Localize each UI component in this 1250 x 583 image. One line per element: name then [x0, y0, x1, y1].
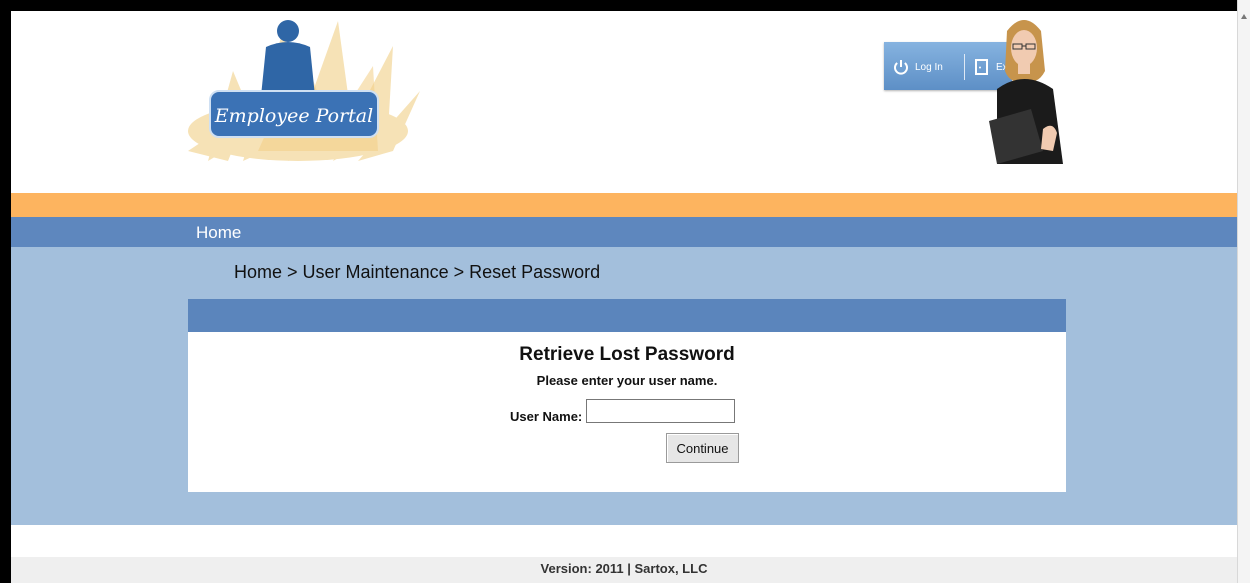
form-panel-header — [188, 299, 1066, 332]
vertical-scrollbar[interactable] — [1237, 0, 1250, 583]
main-nav-bar: Home — [11, 217, 1237, 247]
orange-accent-bar — [11, 193, 1237, 217]
page-header: Employee Portal Log In Exit — [11, 11, 1237, 193]
logo-wordmark: Employee Portal — [214, 105, 373, 127]
login-label: Log In — [915, 61, 943, 73]
page-footer: Version: 2011 | Sartox, LLC — [11, 557, 1237, 583]
username-input[interactable] — [586, 399, 735, 423]
nav-home-link[interactable]: Home — [196, 223, 241, 243]
footer-version-text: Version: 2011 | Sartox, LLC — [540, 561, 708, 576]
window-frame-top — [0, 0, 1238, 11]
power-icon — [892, 58, 910, 76]
employee-portal-logo: Employee Portal — [188, 11, 423, 164]
form-subtitle: Please enter your user name. — [536, 373, 718, 388]
username-label: User Name: — [510, 409, 583, 424]
form-title: Retrieve Lost Password — [519, 344, 735, 365]
scroll-up-arrow-icon[interactable] — [1241, 14, 1247, 19]
continue-button[interactable]: Continue — [666, 433, 739, 463]
window-frame-left — [0, 0, 11, 583]
form-panel: Retrieve Lost Password Please enter your… — [188, 332, 1066, 492]
header-person-image — [983, 11, 1066, 164]
breadcrumb: Home > User Maintenance > Reset Password — [234, 262, 601, 282]
login-button[interactable]: Log In — [892, 54, 943, 80]
